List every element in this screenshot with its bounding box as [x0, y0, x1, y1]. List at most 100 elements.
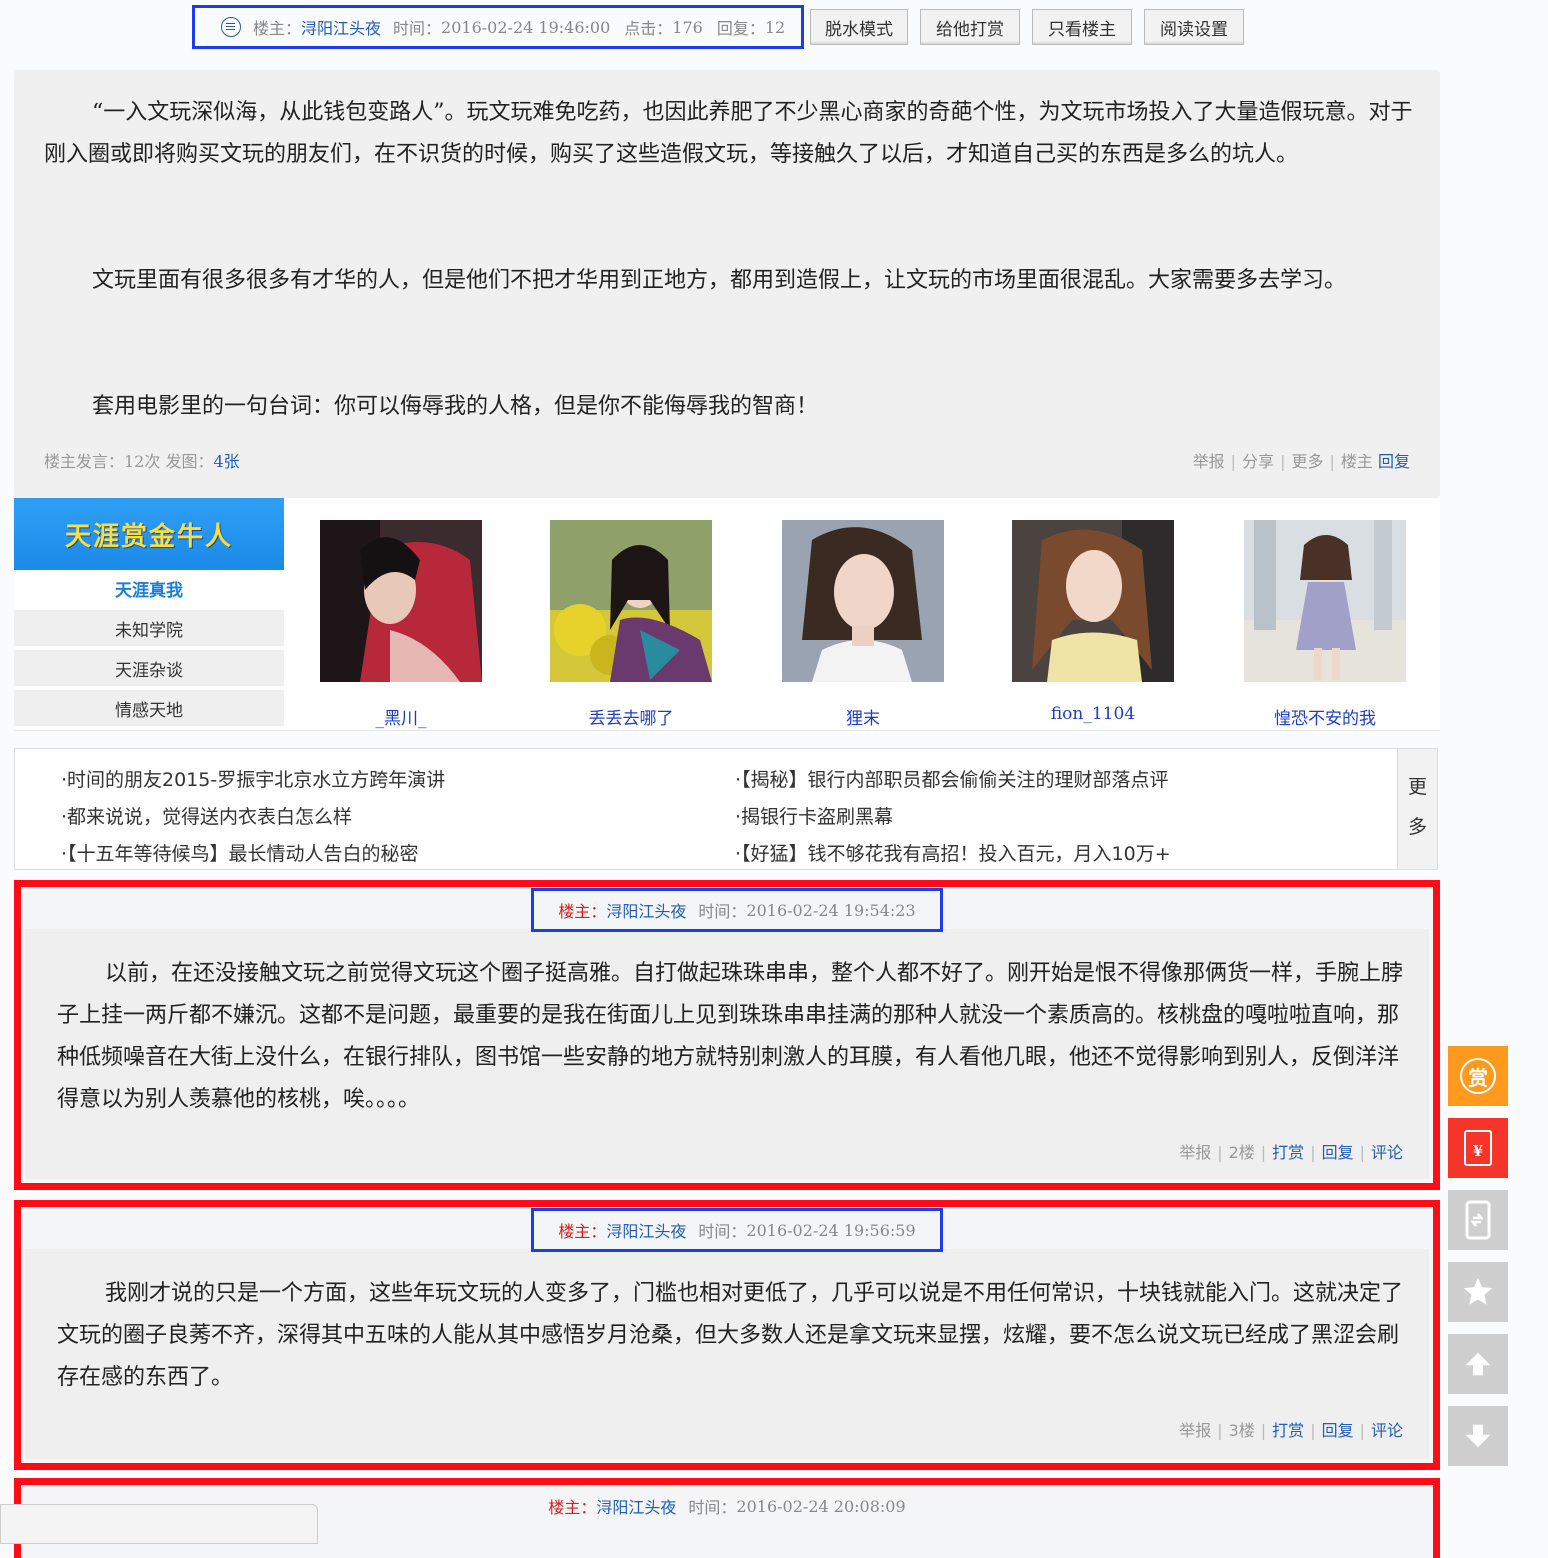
owner-name-link[interactable]: 浔阳江头夜: [606, 898, 686, 922]
promo-nav-item[interactable]: 天涯真我: [14, 570, 284, 606]
promo-user[interactable]: 狸末: [782, 520, 944, 729]
arrow-down-icon: [1465, 1424, 1491, 1448]
owner-link[interactable]: 楼主: [1341, 452, 1373, 471]
reply-time: 2016-02-24 20:08:09: [736, 1496, 906, 1516]
reply-time: 2016-02-24 19:56:59: [746, 1220, 916, 1240]
user-photo[interactable]: [782, 520, 944, 682]
owner-name-link[interactable]: 浔阳江头夜: [596, 1494, 676, 1518]
pics-count-link[interactable]: 4张: [213, 452, 239, 471]
reply-actions: 举报 | 2楼 | 打赏 | 回复 | 评论: [1179, 1143, 1403, 1162]
report-link[interactable]: 举报: [1193, 452, 1225, 471]
user-photo[interactable]: [550, 520, 712, 682]
owner-label: 楼主：: [548, 1498, 597, 1517]
recommended-link[interactable]: ·时间的朋友2015-罗振宇北京水立方跨年演讲: [61, 765, 445, 792]
promo-user[interactable]: 惶恐不安的我: [1244, 520, 1406, 729]
recommended-links: ·时间的朋友2015-罗振宇北京水立方跨年演讲 ·都来说说，觉得送内衣表白怎么样…: [14, 748, 1438, 870]
post-paragraph: “一入文玩深似海，从此钱包变路人”。玩文玩难免吃药，也因此养肥了不少黑心商家的奇…: [44, 100, 1413, 167]
user-name[interactable]: _黑川_: [320, 704, 482, 729]
report-link[interactable]: 举报: [1179, 1421, 1211, 1440]
only-owner-button[interactable]: 只看楼主: [1032, 9, 1132, 45]
owner-stats: 楼主发言：12次 发图：4张: [44, 448, 240, 472]
owner-label: 楼主：: [558, 1222, 607, 1241]
clicks-label: 点击：: [624, 19, 673, 38]
time-label: 时间：: [698, 1222, 747, 1241]
comment-link[interactable]: 评论: [1371, 1143, 1403, 1162]
red-packet-button[interactable]: ¥: [1448, 1118, 1508, 1178]
reply-link[interactable]: 回复: [1378, 452, 1410, 471]
user-photo[interactable]: [1012, 520, 1174, 682]
time-label: 时间：: [698, 902, 747, 921]
user-name[interactable]: fion_1104: [1012, 704, 1174, 724]
owner-label: 楼主：: [253, 19, 302, 38]
scroll-top-button[interactable]: [1448, 1334, 1508, 1394]
thread-info-bar: 楼主： 浔阳江头夜 时间： 2016-02-24 19:46:00 点击： 17…: [192, 5, 804, 49]
reply-actions: 举报 | 3楼 | 打赏 | 回复 | 评论: [1179, 1421, 1403, 1440]
reading-settings-button[interactable]: 阅读设置: [1144, 9, 1244, 45]
owner-name-link[interactable]: 浔阳江头夜: [301, 15, 381, 39]
time-label: 时间：: [688, 1498, 737, 1517]
recommended-link[interactable]: ·【十五年等待候鸟】最长情动人告白的秘密: [61, 839, 419, 866]
user-name[interactable]: 丢丢去哪了: [550, 704, 712, 729]
star-icon: [1463, 1277, 1493, 1305]
recommended-link[interactable]: ·【好猛】钱不够花我有高招！投入百元，月入10万+: [735, 839, 1171, 866]
promo-nav-item[interactable]: 未知学院: [14, 610, 284, 646]
dehydrate-mode-button[interactable]: 脱水模式: [810, 9, 908, 45]
reward-icon: 赏: [1460, 1058, 1496, 1094]
recommended-link[interactable]: ·都来说说，觉得送内衣表白怎么样: [61, 802, 352, 829]
more-label-2: 多: [1407, 816, 1427, 838]
post-paragraph: 文玩里面有很多很多有才华的人，但是他们不把才华用到正地方，都用到造假上，让文玩的…: [92, 268, 1347, 293]
floor-number: 3楼: [1228, 1421, 1255, 1440]
user-name[interactable]: 狸末: [782, 704, 944, 729]
reply-header: 楼主： 浔阳江头夜 时间： 2016-02-24 19:54:23: [531, 888, 943, 932]
more-links-button[interactable]: 更 多: [1397, 749, 1437, 869]
promo-user[interactable]: fion_1104: [1012, 520, 1174, 724]
reply-floor-3: 楼主： 浔阳江头夜 时间： 2016-02-24 19:56:59 我刚才说的只…: [14, 1200, 1440, 1470]
tip-link[interactable]: 打赏: [1272, 1143, 1304, 1162]
recommended-link[interactable]: ·【揭秘】银行内部职员都会偷偷关注的理财部落点评: [735, 765, 1169, 792]
reply-link[interactable]: 回复: [1322, 1421, 1354, 1440]
bounty-promo: 天涯赏金牛人 天涯真我 未知学院 天涯杂谈 情感天地 _黑川_ 丢丢去哪了 狸末…: [14, 498, 1440, 731]
promo-nav-item[interactable]: 情感天地: [14, 690, 284, 726]
scroll-bottom-button[interactable]: [1448, 1406, 1508, 1466]
replies-count: 12: [764, 17, 786, 37]
user-photo[interactable]: [320, 520, 482, 682]
tip-author-button[interactable]: 给他打赏: [920, 9, 1020, 45]
reply-header: 楼主： 浔阳江头夜 时间： 2016-02-24 19:56:59: [531, 1208, 943, 1252]
favorite-button[interactable]: [1448, 1262, 1508, 1322]
promo-nav-item[interactable]: 天涯杂谈: [14, 650, 284, 686]
share-link[interactable]: 分享: [1242, 452, 1274, 471]
post-actions: 举报 | 分享 | 更多 | 楼主 回复: [1192, 452, 1410, 471]
tip-link[interactable]: 打赏: [1272, 1421, 1304, 1440]
promo-title[interactable]: 天涯赏金牛人: [14, 498, 284, 570]
reply-text: 以前，在还没接触文玩之前觉得文玩这个圈子挺高雅。自打做起珠珠串串，整个人都不好了…: [57, 961, 1404, 1112]
replies-label: 回复：: [716, 19, 765, 38]
promo-user[interactable]: 丢丢去哪了: [550, 520, 712, 729]
user-photo[interactable]: [1244, 520, 1406, 682]
clicks-count: 176: [672, 17, 703, 37]
bottom-toolbar-tab[interactable]: [0, 1504, 318, 1544]
red-packet-icon: ¥: [1464, 1130, 1492, 1166]
owner-label: 楼主：: [558, 902, 607, 921]
reward-float-button[interactable]: 赏: [1448, 1046, 1508, 1106]
arrow-up-icon: [1465, 1352, 1491, 1376]
phone-icon: [1465, 1200, 1491, 1240]
owner-name-link[interactable]: 浔阳江头夜: [606, 1218, 686, 1242]
user-name[interactable]: 惶恐不安的我: [1244, 704, 1406, 729]
comment-link[interactable]: 评论: [1371, 1421, 1403, 1440]
floor-number: 2楼: [1228, 1143, 1255, 1162]
post-time: 2016-02-24 19:46:00: [441, 17, 611, 37]
mobile-view-button[interactable]: [1448, 1190, 1508, 1250]
recommended-link[interactable]: ·揭银行卡盗刷黑幕: [735, 802, 893, 829]
more-label-1: 更: [1407, 776, 1427, 798]
reply-text: 我刚才说的只是一个方面，这些年玩文玩的人变多了，门槛也相对更低了，几乎可以说是不…: [57, 1281, 1404, 1390]
time-label: 时间：: [393, 19, 442, 38]
reply-time: 2016-02-24 19:54:23: [746, 900, 916, 920]
owner-stats-text: 楼主发言：12次 发图：: [44, 452, 214, 471]
smiley-icon: [221, 17, 241, 37]
more-link[interactable]: 更多: [1291, 452, 1323, 471]
promo-user[interactable]: _黑川_: [320, 520, 482, 729]
reply-link[interactable]: 回复: [1322, 1143, 1354, 1162]
main-post: “一入文玩深似海，从此钱包变路人”。玩文玩难免吃药，也因此养肥了不少黑心商家的奇…: [14, 70, 1440, 498]
reply-floor-2: 楼主： 浔阳江头夜 时间： 2016-02-24 19:54:23 以前，在还没…: [14, 880, 1440, 1190]
report-link[interactable]: 举报: [1179, 1143, 1211, 1162]
